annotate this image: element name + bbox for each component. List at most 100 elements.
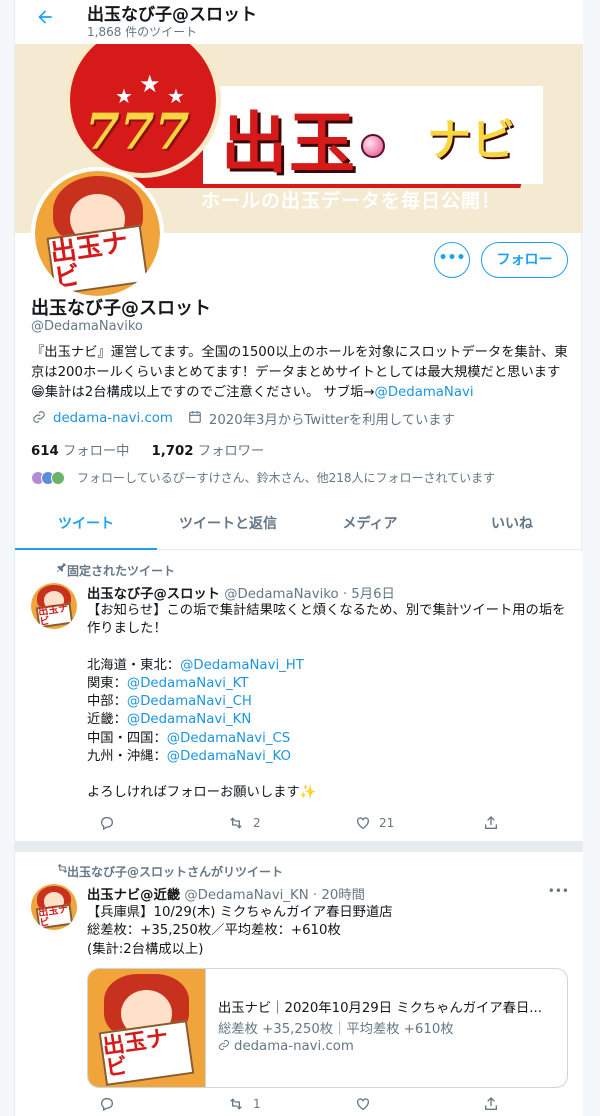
known-followers-text: フォローしているぴーすけさん、鈴木さん、他218人にフォローされています bbox=[77, 471, 496, 485]
reply-button[interactable] bbox=[99, 1096, 115, 1112]
header-title: 出玉なび子@スロット bbox=[87, 5, 257, 25]
mention-link[interactable]: @DedamaNavi_KT bbox=[127, 676, 249, 691]
tweet-line: 中国・四国：@DedamaNavi_CS bbox=[87, 730, 567, 748]
retweet-icon bbox=[230, 817, 242, 829]
like-button[interactable] bbox=[355, 1096, 371, 1112]
arrow-left-icon bbox=[38, 10, 52, 24]
tab-tweets[interactable]: ツイート bbox=[15, 500, 157, 550]
more-options-button[interactable]: ••• bbox=[434, 242, 470, 278]
region-label: 九州・沖縄： bbox=[87, 749, 167, 765]
link-card-description: 総差枚 +35,250枚｜平均差枚 +610枚 bbox=[218, 1022, 454, 1037]
following-stat[interactable]: 614 フォロー中 bbox=[31, 440, 129, 459]
share-button[interactable] bbox=[483, 1096, 499, 1112]
profile-bio: 『出玉ナビ』運営してます。全国の1500以上のホールを対象にスロットデータを集計… bbox=[31, 343, 571, 403]
link-card-url: dedama-navi.com bbox=[218, 1039, 354, 1054]
reply-button[interactable] bbox=[99, 815, 123, 831]
follow-stats: 614 フォロー中 1,702 フォロワー bbox=[31, 440, 264, 459]
tweet-body: 【お知らせ】この垢で集計結果呟くと煩くなるため、別で集計ツイート用の垢を作りまし… bbox=[87, 602, 567, 803]
tweet-context: 固定されたツイート bbox=[67, 564, 176, 578]
avatar[interactable]: 出玉ナビ bbox=[31, 583, 77, 629]
back-button[interactable] bbox=[31, 6, 59, 34]
profile-tabs: ツイート ツイートと返信 メディア いいね bbox=[15, 500, 583, 550]
tweet-spacer bbox=[87, 639, 567, 657]
profile-name: 出玉なび子@スロット bbox=[31, 298, 211, 319]
mention-link[interactable]: @DedamaNavi_CS bbox=[167, 731, 290, 746]
top-bar: 出玉なび子@スロット 1,868 件のツイート bbox=[15, 0, 583, 44]
mention-link[interactable]: @DedamaNavi_HT bbox=[180, 658, 304, 673]
followers-count: 1,702 bbox=[151, 444, 194, 459]
timeline-divider bbox=[15, 842, 583, 852]
profile-avatar[interactable]: 出玉ナビ bbox=[31, 167, 164, 300]
tab-media[interactable]: メディア bbox=[299, 500, 441, 549]
tab-tweets-replies[interactable]: ツイートと返信 bbox=[157, 500, 299, 549]
avatar-sign: 出玉ナビ bbox=[98, 1019, 195, 1086]
link-card-title: 出玉ナビ｜2020年10月29日 ミクちゃんガイア春日... bbox=[218, 1001, 542, 1016]
following-label: フォロー中 bbox=[63, 444, 130, 459]
link-card[interactable]: 出玉ナビ 出玉ナビ｜2020年10月29日 ミクちゃんガイア春日... 総差枚 … bbox=[87, 968, 568, 1088]
profile-bio-text: 『出玉ナビ』運営してます。全国の1500以上のホールを対象にスロットデータを集計… bbox=[31, 345, 568, 400]
reply-icon bbox=[101, 817, 113, 831]
tweet-line: 総差枚：+35,250枚／平均差枚：+610枚 bbox=[87, 923, 341, 939]
known-followers[interactable]: フォローしているぴーすけさん、鈴木さん、他218人にフォローされています bbox=[31, 469, 495, 486]
share-button[interactable] bbox=[483, 815, 499, 831]
joined-date: 2020年3月からTwitterを利用しています bbox=[208, 413, 455, 428]
tweet-more-button[interactable]: ••• bbox=[548, 884, 569, 898]
tweet-line: 中部：@DedamaNavi_CH bbox=[87, 693, 567, 711]
retweet-button[interactable]: 2 bbox=[227, 815, 261, 831]
tweet-outro: よろしければフォローお願いします✨ bbox=[87, 785, 317, 801]
tweet-body: 【兵庫県】10/29(木) ミクちゃんガイア春日野道店 総差枚：+35,250枚… bbox=[87, 904, 567, 959]
avatar-sign-text: 出玉ナビ bbox=[37, 602, 69, 628]
like-button[interactable]: 21 bbox=[355, 815, 394, 831]
banner-title: 出玉 bbox=[221, 105, 357, 182]
heart-icon bbox=[357, 817, 369, 830]
website-link[interactable]: dedama-navi.com bbox=[53, 411, 173, 426]
star-icon: ★ bbox=[139, 70, 161, 98]
mention-link[interactable]: @DedamaNavi_KO bbox=[167, 749, 291, 764]
link-icon bbox=[31, 410, 47, 428]
tweet-meta: @DedamaNavi_KN · 20時間 bbox=[184, 888, 365, 903]
tweet-pinned[interactable]: 固定されたツイート 出玉ナビ 出玉なび子@スロット @DedamaNaviko … bbox=[15, 551, 583, 842]
followers-stat[interactable]: 1,702 フォロワー bbox=[151, 440, 264, 459]
link-icon bbox=[219, 1040, 229, 1050]
retweet-count: 1 bbox=[253, 1097, 261, 1111]
tweet-count: 1,868 件のツイート bbox=[87, 25, 198, 39]
bio-mention-link[interactable]: @DedamaNavi bbox=[375, 385, 474, 400]
region-label: 関東： bbox=[87, 675, 127, 691]
tweet-line: 北海道・東北：@DedamaNavi_HT bbox=[87, 657, 567, 675]
follow-button[interactable]: フォロー bbox=[481, 242, 568, 278]
tweet-author-name[interactable]: 出玉ナビ@近畿 bbox=[87, 888, 180, 903]
region-label: 近畿： bbox=[87, 712, 127, 728]
region-label: 北海道・東北： bbox=[87, 657, 181, 673]
retweet-button[interactable]: 1 bbox=[227, 1096, 261, 1112]
retweet-count: 2 bbox=[253, 816, 261, 830]
reply-icon bbox=[101, 1098, 113, 1112]
followers-label: フォロワー bbox=[197, 444, 265, 459]
banner-subtitle: ホールの出玉データを毎日公開！ bbox=[201, 190, 502, 212]
following-count: 614 bbox=[31, 444, 59, 459]
banner-number: 777 bbox=[85, 102, 190, 161]
tab-likes[interactable]: いいね bbox=[441, 500, 583, 549]
tweet-author-name[interactable]: 出玉なび子@スロット bbox=[87, 587, 220, 602]
banner-title-suffix: ナビ bbox=[427, 115, 515, 166]
heart-icon bbox=[357, 1098, 369, 1111]
avatar-sign-text: 出玉ナビ bbox=[101, 1025, 170, 1082]
like-count: 21 bbox=[379, 816, 395, 830]
tweet-line: 関東：@DedamaNavi_KT bbox=[87, 675, 567, 693]
timeline-column: 出玉なび子@スロット 1,868 件のツイート ★ ★ ★ 777 出玉 ナビ … bbox=[14, 0, 583, 1116]
calendar-icon bbox=[187, 410, 203, 428]
tweet-meta: @DedamaNaviko · 5月6日 bbox=[224, 587, 395, 602]
share-icon bbox=[485, 816, 497, 829]
share-icon bbox=[485, 1097, 497, 1110]
tweet-line: 近畿：@DedamaNavi_KN bbox=[87, 711, 567, 729]
mention-link[interactable]: @DedamaNavi_CH bbox=[127, 694, 252, 709]
link-card-url-text: dedama-navi.com bbox=[234, 1039, 354, 1054]
avatar[interactable]: 出玉ナビ bbox=[31, 884, 77, 930]
avatar-sign-text: 出玉ナビ bbox=[37, 903, 69, 929]
avatar bbox=[51, 470, 65, 485]
tweet-line: 九州・沖縄：@DedamaNavi_KO bbox=[87, 748, 567, 766]
retweet-icon bbox=[230, 1098, 242, 1110]
tweet-header: 出玉なび子@スロット @DedamaNaviko · 5月6日 bbox=[87, 583, 395, 602]
profile-meta: dedama-navi.com 2020年3月からTwitterを利用しています bbox=[31, 409, 455, 428]
tweet-intro: 【お知らせ】この垢で集計結果呟くと煩くなるため、別で集計ツイート用の垢を作りまし… bbox=[87, 603, 566, 637]
mention-link[interactable]: @DedamaNavi_KN bbox=[127, 712, 251, 727]
